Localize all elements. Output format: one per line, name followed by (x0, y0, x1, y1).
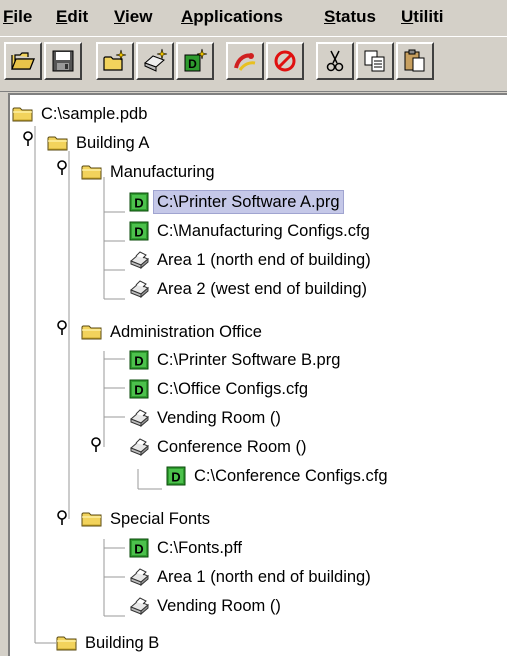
tree-node-building-a[interactable]: Building A (47, 131, 152, 155)
tree-node-manufacturing-configs[interactable]: C:\Manufacturing Configs.cfg (128, 219, 373, 243)
new-folder-icon (103, 49, 127, 71)
tree-node-label: Vending Room () (157, 409, 281, 427)
tree-node-label: Vending Room () (157, 597, 281, 615)
tree-node-label: Area 1 (north end of building) (157, 251, 371, 269)
copy-icon (364, 50, 385, 72)
tree-node-label: Area 2 (west end of building) (157, 280, 368, 298)
new-printer-icon (144, 48, 168, 72)
tree-node-conference-configs[interactable]: C:\Conference Configs.cfg (165, 464, 391, 488)
document-icon (128, 538, 150, 558)
tree-node-admin-vending-room[interactable]: Vending Room () (128, 406, 284, 430)
toolbar: D (0, 36, 507, 92)
svg-text:D: D (188, 57, 197, 71)
printer-icon (128, 408, 150, 428)
printer-icon (128, 437, 150, 457)
tree-node-label: C:\sample.pdb (41, 105, 148, 123)
open-folder-icon (11, 52, 35, 70)
tree-node-conference-room[interactable]: Conference Room () (128, 435, 309, 459)
open-folder-icon (81, 162, 103, 182)
tree-node-root[interactable]: C:\sample.pdb (12, 102, 150, 126)
tree-node-fonts-vending-room[interactable]: Vending Room () (128, 594, 284, 618)
open-button[interactable] (4, 42, 42, 80)
menu-view[interactable]: View (114, 7, 152, 27)
printer-icon (128, 250, 150, 270)
expanded-node-icon (89, 437, 103, 453)
open-folder-icon (12, 104, 34, 124)
tree-node-building-b[interactable]: Building B (56, 631, 162, 655)
copy-button[interactable] (356, 42, 394, 80)
expand-toggle-manufacturing[interactable] (55, 160, 69, 174)
menu-bar: File Edit View Applications Status Utili… (0, 0, 507, 36)
save-icon (52, 50, 74, 72)
new-document-icon: D (184, 48, 208, 72)
expanded-node-icon (55, 510, 69, 526)
expand-toggle-building-a[interactable] (21, 131, 35, 145)
expand-toggle-conference-room[interactable] (89, 437, 103, 451)
tree-node-administration-office[interactable]: Administration Office (81, 320, 265, 344)
stop-icon (274, 50, 296, 72)
tree-node-printer-software-a[interactable]: C:\Printer Software A.prg (128, 190, 344, 214)
cut-icon (326, 50, 344, 72)
tree-node-label: C:\Fonts.pff (157, 539, 242, 557)
tree-node-label: C:\Office Configs.cfg (157, 380, 309, 398)
tree-node-special-fonts[interactable]: Special Fonts (81, 507, 213, 531)
open-folder-icon (81, 322, 103, 342)
menu-edit[interactable]: Edit (56, 7, 88, 27)
menu-applications[interactable]: Applications (181, 7, 283, 27)
paste-button[interactable] (396, 42, 434, 80)
cut-button[interactable] (316, 42, 354, 80)
tree-node-manufacturing[interactable]: Manufacturing (81, 160, 218, 184)
tree-node-label: C:\Manufacturing Configs.cfg (157, 222, 370, 240)
document-icon (128, 221, 150, 241)
new-document-button[interactable]: D (176, 42, 214, 80)
open-folder-icon (81, 509, 103, 529)
tree-node-fonts-file[interactable]: C:\Fonts.pff (128, 536, 245, 560)
tree-node-office-configs[interactable]: C:\Office Configs.cfg (128, 377, 311, 401)
printer-icon (128, 596, 150, 616)
document-icon (165, 466, 187, 486)
tree-node-mfg-area-1[interactable]: Area 1 (north end of building) (128, 248, 374, 272)
connect-button[interactable] (226, 42, 264, 80)
tree-node-label: C:\Printer Software A.prg (153, 190, 344, 214)
connect-icon (234, 53, 256, 71)
expanded-node-icon (55, 160, 69, 176)
save-button[interactable] (44, 42, 82, 80)
tree-node-label: Special Fonts (110, 510, 210, 528)
folder-icon (56, 633, 78, 653)
document-icon (128, 379, 150, 399)
tree-node-fonts-area-1[interactable]: Area 1 (north end of building) (128, 565, 374, 589)
tree-node-label: C:\Conference Configs.cfg (194, 467, 388, 485)
expanded-node-icon (55, 320, 69, 336)
printer-icon (128, 279, 150, 299)
expand-toggle-special-fonts[interactable] (55, 510, 69, 524)
document-icon (128, 192, 150, 212)
new-printer-button[interactable] (136, 42, 174, 80)
tree-node-printer-software-b[interactable]: C:\Printer Software B.prg (128, 348, 343, 372)
tree-node-label: Building B (85, 634, 160, 652)
tree-node-label: Administration Office (110, 323, 262, 341)
tree-node-label: Building A (76, 134, 150, 152)
expand-toggle-administration-office[interactable] (55, 320, 69, 334)
stop-button[interactable] (266, 42, 304, 80)
menu-utilities[interactable]: Utiliti (401, 7, 444, 27)
expanded-node-icon (21, 131, 35, 147)
menu-file[interactable]: File (3, 7, 32, 27)
tree-node-label: C:\Printer Software B.prg (157, 351, 341, 369)
printer-icon (128, 567, 150, 587)
menu-status[interactable]: Status (324, 7, 376, 27)
tree-node-label: Manufacturing (110, 163, 215, 181)
open-folder-icon (47, 133, 69, 153)
tree-node-mfg-area-2[interactable]: Area 2 (west end of building) (128, 277, 370, 301)
tree-node-label: Area 1 (north end of building) (157, 568, 371, 586)
new-folder-button[interactable] (96, 42, 134, 80)
tree-node-label: Conference Room () (157, 438, 307, 456)
tree-panel[interactable]: C:\sample.pdb Building A Manufacturing C… (8, 93, 507, 656)
document-icon (128, 350, 150, 370)
paste-icon (404, 49, 425, 72)
